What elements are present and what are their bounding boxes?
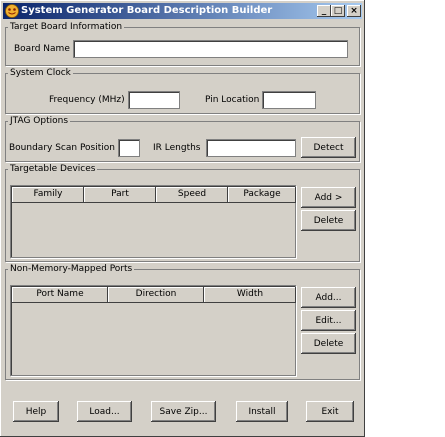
detect-button[interactable]: Detect <box>301 137 356 158</box>
column-width[interactable]: Width <box>204 287 296 303</box>
title-bar[interactable]: System Generator Board Description Build… <box>3 3 362 19</box>
targetable-devices-legend: Targetable Devices <box>10 164 96 174</box>
ports-table[interactable]: Port Name Direction Width <box>10 285 296 376</box>
frequency-label: Frequency (MHz) <box>49 95 125 105</box>
system-clock-legend: System Clock <box>10 68 71 78</box>
close-button[interactable]: × <box>347 5 361 17</box>
column-speed[interactable]: Speed <box>156 187 228 203</box>
install-button[interactable]: Install <box>236 401 288 422</box>
column-direction[interactable]: Direction <box>108 287 204 303</box>
ir-lengths-field[interactable] <box>206 139 296 157</box>
window-title: System Generator Board Description Build… <box>21 5 273 16</box>
help-button[interactable]: Help <box>13 401 59 422</box>
add-port-button[interactable]: Add... <box>301 287 356 308</box>
exit-button[interactable]: Exit <box>306 401 354 422</box>
board-builder-window: System Generator Board Description Build… <box>0 0 365 437</box>
column-package[interactable]: Package <box>228 187 296 203</box>
edit-port-button[interactable]: Edit... <box>301 310 356 331</box>
add-device-button[interactable]: Add > <box>301 187 356 208</box>
save-zip-button[interactable]: Save Zip... <box>151 401 216 422</box>
boundary-scan-field[interactable] <box>118 139 140 157</box>
frequency-field[interactable] <box>128 91 180 109</box>
column-part[interactable]: Part <box>84 187 156 203</box>
delete-device-button[interactable]: Delete <box>301 210 356 231</box>
ports-table-header: Port Name Direction Width <box>12 287 296 303</box>
jtag-options-legend: JTAG Options <box>10 116 69 126</box>
maximize-button[interactable]: □ <box>331 5 345 17</box>
load-button[interactable]: Load... <box>77 401 132 422</box>
devices-table-header: Family Part Speed Package <box>12 187 296 203</box>
target-board-legend: Target Board Information <box>10 22 123 32</box>
board-name-label: Board Name <box>14 44 70 54</box>
app-icon <box>5 4 19 18</box>
delete-port-button[interactable]: Delete <box>301 333 356 354</box>
column-family[interactable]: Family <box>12 187 84 203</box>
ports-legend: Non-Memory-Mapped Ports <box>10 264 133 274</box>
devices-table[interactable]: Family Part Speed Package <box>10 185 296 258</box>
minimize-button[interactable]: _ <box>317 5 331 17</box>
boundary-scan-label: Boundary Scan Position <box>9 143 115 153</box>
board-name-field[interactable] <box>73 40 348 58</box>
column-port-name[interactable]: Port Name <box>12 287 108 303</box>
pin-location-label: Pin Location <box>205 95 260 105</box>
ir-lengths-label: IR Lengths <box>153 143 201 153</box>
pin-location-field[interactable] <box>262 91 316 109</box>
